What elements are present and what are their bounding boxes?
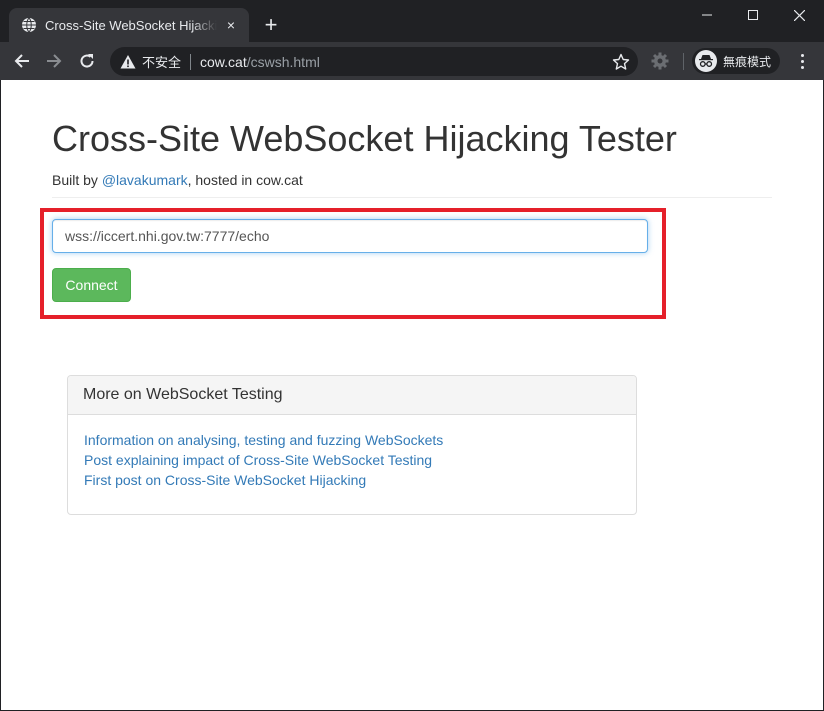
page-title: Cross-Site WebSocket Hijacking Tester <box>52 118 677 159</box>
close-icon <box>793 9 805 21</box>
bookmark-star-icon[interactable] <box>612 53 630 71</box>
extension-gear-icon[interactable] <box>651 52 669 70</box>
toolbar-divider <box>683 53 684 70</box>
arrow-left-icon <box>14 54 29 68</box>
byline-prefix: Built by <box>52 172 102 188</box>
minimize-button[interactable] <box>684 0 730 30</box>
menu-dot-icon <box>800 59 804 63</box>
connect-button[interactable]: Connect <box>52 268 131 302</box>
reload-icon <box>80 54 94 68</box>
incognito-icon <box>695 50 717 72</box>
tab-title: Cross-Site WebSocket Hijacking Tester <box>45 17 217 33</box>
globe-icon <box>22 17 36 33</box>
url-host: cow.cat <box>200 53 247 70</box>
new-tab-button[interactable]: + <box>260 14 282 36</box>
websocket-url-input[interactable] <box>52 219 648 253</box>
back-button[interactable] <box>10 49 34 73</box>
omnibox-divider <box>190 53 192 70</box>
tab-close-icon[interactable]: × <box>223 17 239 33</box>
byline-suffix: , hosted in cow.cat <box>187 172 303 188</box>
security-status[interactable]: 不安全 <box>142 52 181 71</box>
minimize-icon <box>702 14 712 16</box>
panel-heading: More on WebSocket Testing <box>68 376 636 415</box>
window-frame-left <box>0 80 1 711</box>
header-divider <box>52 197 772 198</box>
warning-icon <box>120 54 136 68</box>
menu-dot-icon <box>800 53 804 57</box>
panel-link-first-post[interactable]: First post on Cross-Site WebSocket Hijac… <box>84 470 620 490</box>
info-panel: More on WebSocket Testing Information on… <box>67 375 637 515</box>
forward-button[interactable] <box>42 49 66 73</box>
page-viewport: Cross-Site WebSocket Hijacking Tester Bu… <box>1 80 823 710</box>
browser-toolbar: 不安全 cow.cat/cswsh.html 無痕模式 <box>0 42 824 80</box>
address-bar[interactable]: 不安全 cow.cat/cswsh.html <box>110 47 638 76</box>
arrow-right-icon <box>47 54 62 68</box>
incognito-label: 無痕模式 <box>723 54 772 69</box>
incognito-indicator[interactable]: 無痕模式 <box>692 48 781 74</box>
close-window-button[interactable] <box>776 0 822 30</box>
maximize-button[interactable] <box>730 0 776 30</box>
browser-menu-button[interactable] <box>792 51 812 71</box>
menu-dot-icon <box>800 65 804 69</box>
panel-link-fuzzing[interactable]: Information on analysing, testing and fu… <box>84 430 620 450</box>
author-link[interactable]: @lavakumark <box>102 172 188 188</box>
browser-titlebar: Cross-Site WebSocket Hijacking Tester × … <box>0 0 824 42</box>
panel-body: Information on analysing, testing and fu… <box>68 415 636 505</box>
reload-button[interactable] <box>75 49 99 73</box>
byline: Built by @lavakumark, hosted in cow.cat <box>52 172 303 188</box>
browser-tab[interactable]: Cross-Site WebSocket Hijacking Tester × <box>9 8 249 42</box>
url-path: /cswsh.html <box>246 53 320 70</box>
maximize-icon <box>748 10 758 20</box>
panel-link-impact[interactable]: Post explaining impact of Cross-Site Web… <box>84 450 620 470</box>
